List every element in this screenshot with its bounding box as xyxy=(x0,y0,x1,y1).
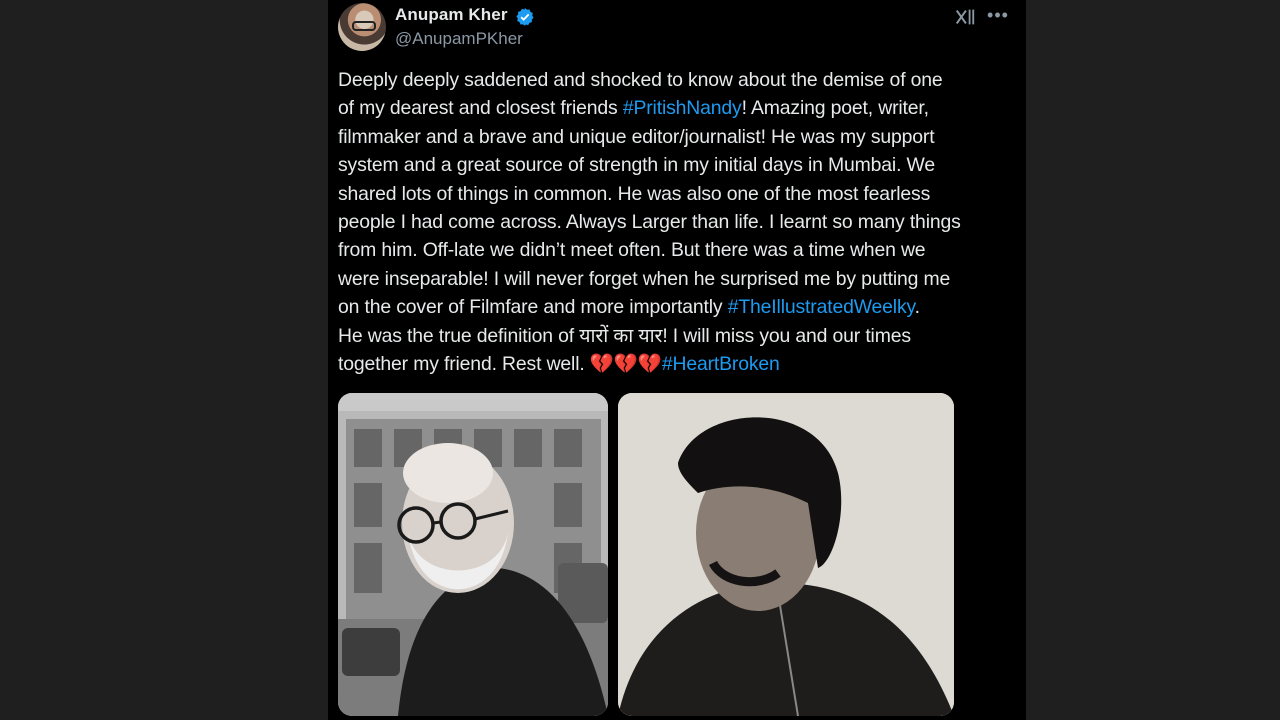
author-display-name[interactable]: Anupam Kher xyxy=(395,5,508,25)
tweet-card[interactable]: Anupam Kher @AnupamPKher ••• Deeply deep… xyxy=(328,0,1026,720)
tweet-header: Anupam Kher @AnupamPKher ••• xyxy=(338,3,1016,53)
tweet-text: Deeply deeply saddened and shocked to kn… xyxy=(338,66,1018,378)
tweet-text-segment: people I had come across. Always Larger … xyxy=(338,211,961,234)
tweet-text-line: on the cover of Filmfare and more import… xyxy=(338,293,1018,321)
tweet-text-segment: Deeply deeply saddened and shocked to kn… xyxy=(338,69,943,91)
verified-badge-icon xyxy=(516,8,534,26)
tweet-text-segment: of my dearest and closest friends xyxy=(338,97,623,120)
avatar-glasses xyxy=(352,21,376,31)
more-icon[interactable]: ••• xyxy=(986,3,1010,27)
tweet-text-segment: shared lots of things in common. He was … xyxy=(338,182,931,205)
avatar[interactable] xyxy=(338,3,386,51)
hashtag-link[interactable]: #HeartBroken xyxy=(662,353,780,375)
tweet-text-line: together my friend. Rest well. 💔💔💔#Heart… xyxy=(338,350,1018,378)
tweet-text-segment: from him. Off-late we didn’t meet often.… xyxy=(338,239,926,262)
photo-2-drawing xyxy=(618,393,954,716)
tweet-text-line: Deeply deeply saddened and shocked to kn… xyxy=(338,66,1018,94)
tweet-text-line: filmmaker and a brave and unique editor/… xyxy=(338,123,1018,151)
grok-icon[interactable] xyxy=(954,6,976,28)
broken-heart-emoji: 💔💔💔 xyxy=(589,353,662,376)
tweet-text-line: were inseparable! I will never forget wh… xyxy=(338,265,1018,293)
photo-1-drawing xyxy=(338,393,608,716)
photo-young-man-profile[interactable] xyxy=(618,393,954,716)
tweet-text-segment: . xyxy=(914,296,920,319)
tweet-text-line: system and a great source of strength in… xyxy=(338,151,1018,179)
tweet-text-line: people I had come across. Always Larger … xyxy=(338,208,1018,236)
tweet-text-segment: on the cover of Filmfare and more import… xyxy=(338,296,728,319)
tweet-text-line: shared lots of things in common. He was … xyxy=(338,180,1018,208)
hashtag-link[interactable]: #PritishNandy xyxy=(623,97,742,119)
tweet-text-line: of my dearest and closest friends #Priti… xyxy=(338,94,1018,122)
tweet-text-line: He was the true definition of यारों का य… xyxy=(338,322,1018,350)
tweet-text-line: from him. Off-late we didn’t meet often.… xyxy=(338,236,1018,264)
tweet-text-segment: system and a great source of strength in… xyxy=(338,154,935,177)
tweet-text-segment: were inseparable! I will never forget wh… xyxy=(338,267,951,290)
hashtag-link[interactable]: #TheIllustratedWeelky xyxy=(728,296,915,318)
photo-older-man-glasses-street[interactable] xyxy=(338,393,608,716)
author-handle[interactable]: @AnupamPKher xyxy=(395,29,523,49)
tweet-text-segment: together my friend. Rest well. xyxy=(338,353,590,376)
tweet-text-segment: He was the true definition of यारों का य… xyxy=(338,324,911,347)
tweet-text-segment: filmmaker and a brave and unique editor/… xyxy=(338,125,935,148)
tweet-text-segment: ! Amazing poet, writer, xyxy=(741,97,929,120)
tweet-media[interactable] xyxy=(338,393,954,716)
